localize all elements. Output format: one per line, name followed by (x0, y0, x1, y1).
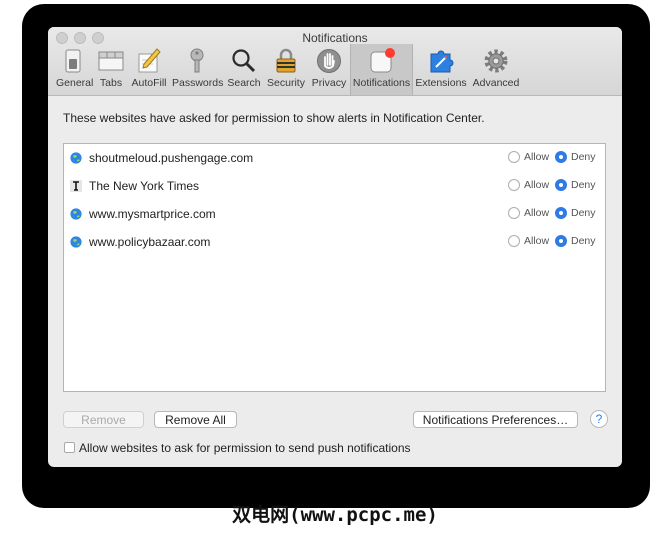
allow-push-label[interactable]: Allow websites to ask for permission to … (79, 441, 411, 455)
titlebar: Notifications General Tabs AutoFill Pass… (48, 27, 622, 96)
tab-privacy[interactable]: Privacy (310, 44, 348, 95)
tab-tabs[interactable]: Tabs (96, 44, 126, 95)
tab-general[interactable]: General (56, 44, 94, 95)
pencil-icon (138, 48, 161, 73)
help-button[interactable]: ? (590, 410, 608, 428)
puzzle-icon (430, 50, 454, 73)
allow-label: Allow (524, 207, 550, 219)
allow-label: Allow (524, 179, 550, 191)
preferences-window: Notifications General Tabs AutoFill Pass… (48, 27, 622, 467)
list-item[interactable]: The New York Times Allow Deny (64, 173, 605, 199)
deny-radio-circle[interactable] (555, 151, 567, 163)
tab-search[interactable]: Search (226, 44, 262, 95)
deny-label: Deny (571, 235, 596, 247)
tab-security[interactable]: Security (264, 44, 308, 95)
tab-label: Privacy (311, 77, 347, 89)
list-item[interactable]: shoutmeloud.pushengage.com Allow Deny (64, 145, 605, 171)
site-name: www.policybazaar.com (89, 235, 211, 249)
tab-label: Tabs (99, 77, 123, 89)
remove-all-button[interactable]: Remove All (154, 411, 237, 428)
globe-icon (70, 208, 82, 220)
remove-button[interactable]: Remove (63, 411, 144, 428)
tabs-icon (98, 51, 124, 71)
tab-label: Notifications (352, 77, 411, 89)
list-item[interactable]: www.mysmartprice.com Allow Deny (64, 201, 605, 227)
permission-description: These websites have asked for permission… (63, 111, 485, 125)
tab-label: General (56, 77, 94, 89)
watermark-text: 双电网(www.pcpc.me) (232, 504, 438, 526)
tab-label: Security (267, 77, 305, 89)
allow-radio-circle[interactable] (508, 179, 520, 191)
website-list[interactable]: shoutmeloud.pushengage.com Allow Deny Th… (63, 143, 606, 392)
tab-advanced[interactable]: Advanced (471, 44, 521, 95)
notification-badge-icon (370, 48, 395, 73)
tab-extensions[interactable]: Extensions (415, 44, 467, 95)
tab-passwords[interactable]: Passwords (172, 44, 224, 95)
deny-radio-circle[interactable] (555, 207, 567, 219)
site-name: www.mysmartprice.com (89, 207, 216, 221)
tab-label: Search (227, 77, 261, 89)
window-title: Notifications (302, 31, 368, 45)
notifications-preferences-button[interactable]: Notifications Preferences… (413, 411, 578, 428)
list-item[interactable]: www.policybazaar.com Allow Deny (64, 229, 605, 255)
tab-label: Passwords (172, 77, 224, 89)
gear-icon (484, 49, 508, 73)
tab-label: Extensions (415, 77, 467, 89)
deny-radio-circle[interactable] (555, 179, 567, 191)
tab-label: Advanced (472, 77, 520, 89)
tab-autofill[interactable]: AutoFill (130, 44, 168, 95)
deny-radio-circle[interactable] (555, 235, 567, 247)
allow-push-checkbox[interactable] (64, 442, 75, 453)
allow-label: Allow (524, 151, 550, 163)
globe-icon (70, 236, 82, 248)
site-name: shoutmeloud.pushengage.com (89, 151, 254, 165)
general-switch-icon (65, 49, 81, 73)
tab-notifications[interactable]: Notifications (350, 44, 413, 95)
allow-radio-circle[interactable] (508, 207, 520, 219)
globe-icon (70, 152, 82, 164)
site-name: The New York Times (89, 179, 200, 193)
allow-radio-circle[interactable] (508, 235, 520, 247)
nyt-logo-icon (70, 180, 82, 192)
tab-label: AutoFill (131, 77, 167, 89)
allow-radio-circle[interactable] (508, 151, 520, 163)
allow-label: Allow (524, 235, 550, 247)
deny-label: Deny (571, 179, 596, 191)
padlock-icon (276, 48, 296, 73)
deny-label: Deny (571, 151, 596, 163)
deny-label: Deny (571, 207, 596, 219)
hand-icon (317, 49, 341, 73)
key-icon (190, 48, 204, 73)
magnifier-icon (232, 49, 256, 73)
